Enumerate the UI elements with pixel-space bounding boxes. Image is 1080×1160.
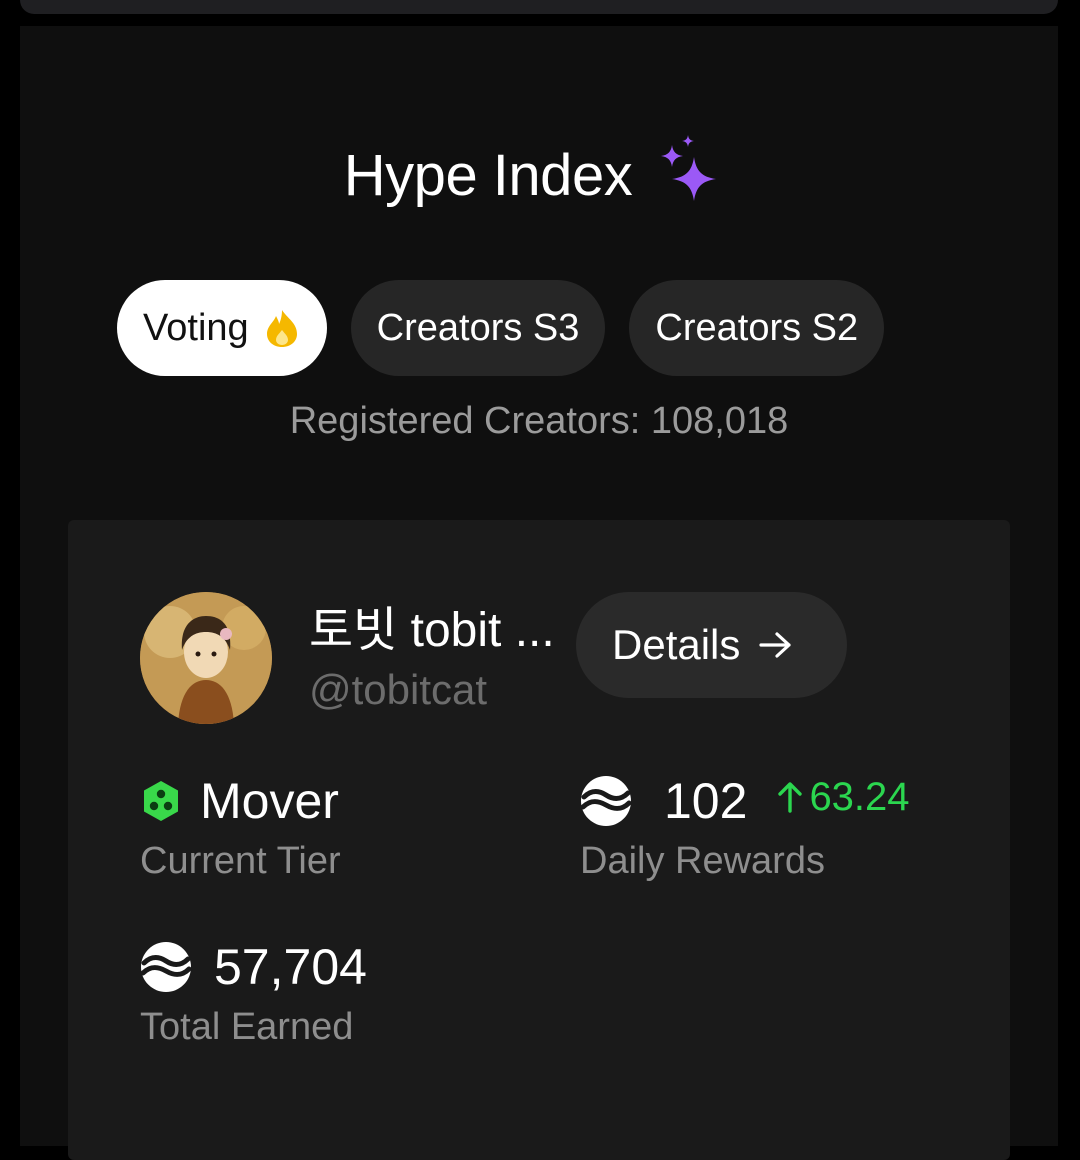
tab-creators-s3[interactable]: Creators S3 — [350, 280, 606, 376]
title-row: Hype Index — [20, 134, 1058, 209]
tab-creators-s3-label: Creators S3 — [376, 306, 580, 349]
hype-index-panel: Hype Index Voting Creators S3 Creators S… — [20, 26, 1058, 1160]
coin-icon — [580, 776, 632, 826]
daily-rewards-label: Daily Rewards — [580, 840, 825, 882]
details-button[interactable]: Details — [576, 592, 847, 698]
daily-rewards-delta-value: 63.24 — [809, 774, 910, 819]
avatar[interactable] — [140, 592, 272, 724]
creator-handle: @tobitcat — [309, 666, 488, 713]
arrow-right-icon — [759, 632, 791, 658]
tab-bar: Voting Creators S3 Creators S2 — [117, 280, 885, 376]
avatar-illustration — [140, 592, 272, 724]
daily-rewards-stat: 102 63.24 Daily Rewards — [580, 772, 910, 883]
total-earned-stat: 57,704 Total Earned — [140, 938, 367, 1049]
tier-label: Current Tier — [140, 840, 341, 882]
creator-card: 토빗 tobit ... @tobitcat Details Mover Cur… — [68, 520, 1010, 1160]
registered-creators-count: Registered Creators: 108,018 — [20, 400, 1058, 443]
tab-voting-label: Voting — [143, 306, 249, 349]
details-button-label: Details — [612, 621, 741, 668]
hexagon-tier-icon — [144, 781, 178, 821]
arrow-up-icon — [778, 782, 803, 813]
daily-rewards-delta: 63.24 — [777, 774, 910, 820]
page-title: Hype Index — [343, 143, 633, 208]
tab-creators-s2[interactable]: Creators S2 — [629, 280, 885, 376]
daily-rewards-value: 102 — [664, 773, 748, 829]
tier-value: Mover — [200, 773, 339, 829]
tab-voting[interactable]: Voting — [117, 280, 327, 376]
flame-icon — [266, 310, 297, 347]
sparkles-icon — [661, 134, 717, 201]
total-earned-value: 57,704 — [214, 939, 367, 995]
coin-icon — [140, 942, 192, 992]
tab-creators-s2-label: Creators S2 — [655, 306, 859, 349]
creator-name: 토빗 tobit ... — [309, 604, 555, 657]
total-earned-label: Total Earned — [140, 1006, 354, 1048]
top-strip — [20, 0, 1058, 14]
current-tier-stat: Mover Current Tier — [140, 772, 341, 883]
registered-creators-text: Registered Creators: 108,018 — [289, 400, 789, 442]
